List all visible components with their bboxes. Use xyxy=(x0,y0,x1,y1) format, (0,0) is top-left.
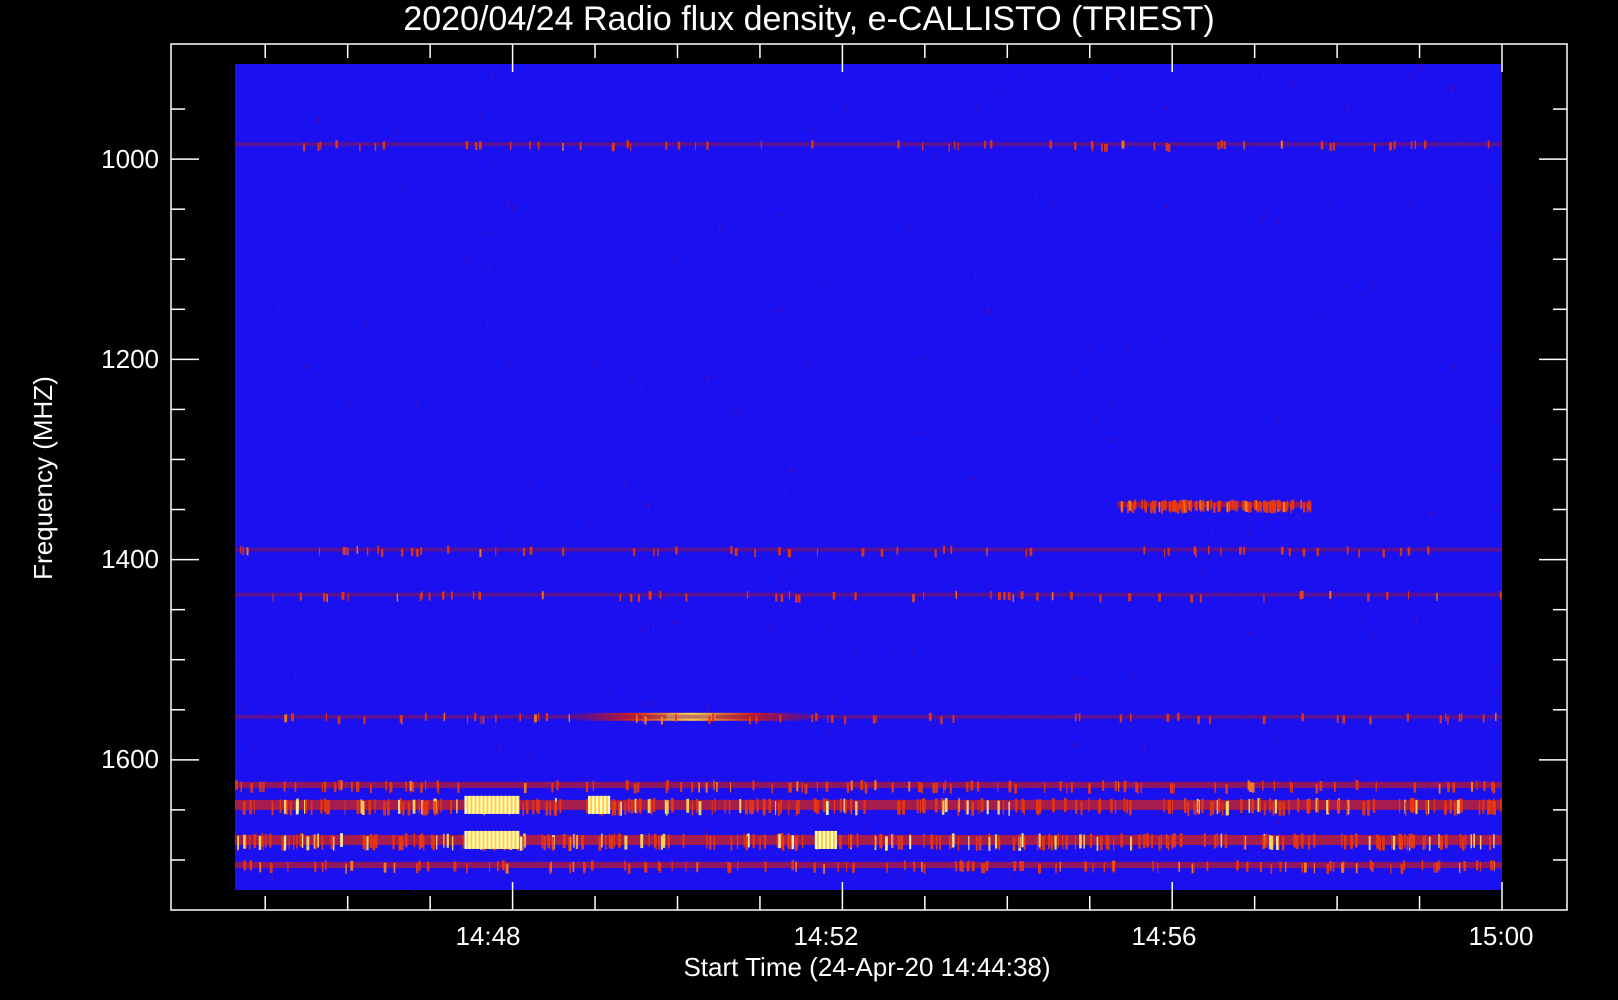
y-tick-label-1200: 1200 xyxy=(101,344,159,374)
x-tick-label-1448: 14:48 xyxy=(455,921,520,951)
y-tick-label-1600: 1600 xyxy=(101,744,159,774)
spectrogram-background xyxy=(235,64,1502,890)
heatmap-area xyxy=(235,64,1502,892)
emission-band-1 xyxy=(1117,499,1312,514)
y-tick-label-1400: 1400 xyxy=(101,544,159,574)
y-axis-label: Frequency (MHZ) xyxy=(28,376,58,580)
bright-cluster-2 xyxy=(588,795,611,814)
chart-title: 2020/04/24 Radio flux density, e-CALLIST… xyxy=(403,0,1214,38)
x-tick-label-1452: 14:52 xyxy=(793,921,858,951)
bright-cluster-0 xyxy=(464,795,520,814)
spectrogram-chart: 2020/04/24 Radio flux density, e-CALLIST… xyxy=(0,0,1618,1000)
y-tick-label-1000: 1000 xyxy=(101,144,159,174)
bright-cluster-3 xyxy=(814,830,837,849)
bright-cluster-1 xyxy=(464,830,520,849)
x-tick-label-1500: 15:00 xyxy=(1468,921,1533,951)
x-axis-label: Start Time (24-Apr-20 14:44:38) xyxy=(683,952,1050,982)
x-tick-label-1456: 14:56 xyxy=(1131,921,1196,951)
